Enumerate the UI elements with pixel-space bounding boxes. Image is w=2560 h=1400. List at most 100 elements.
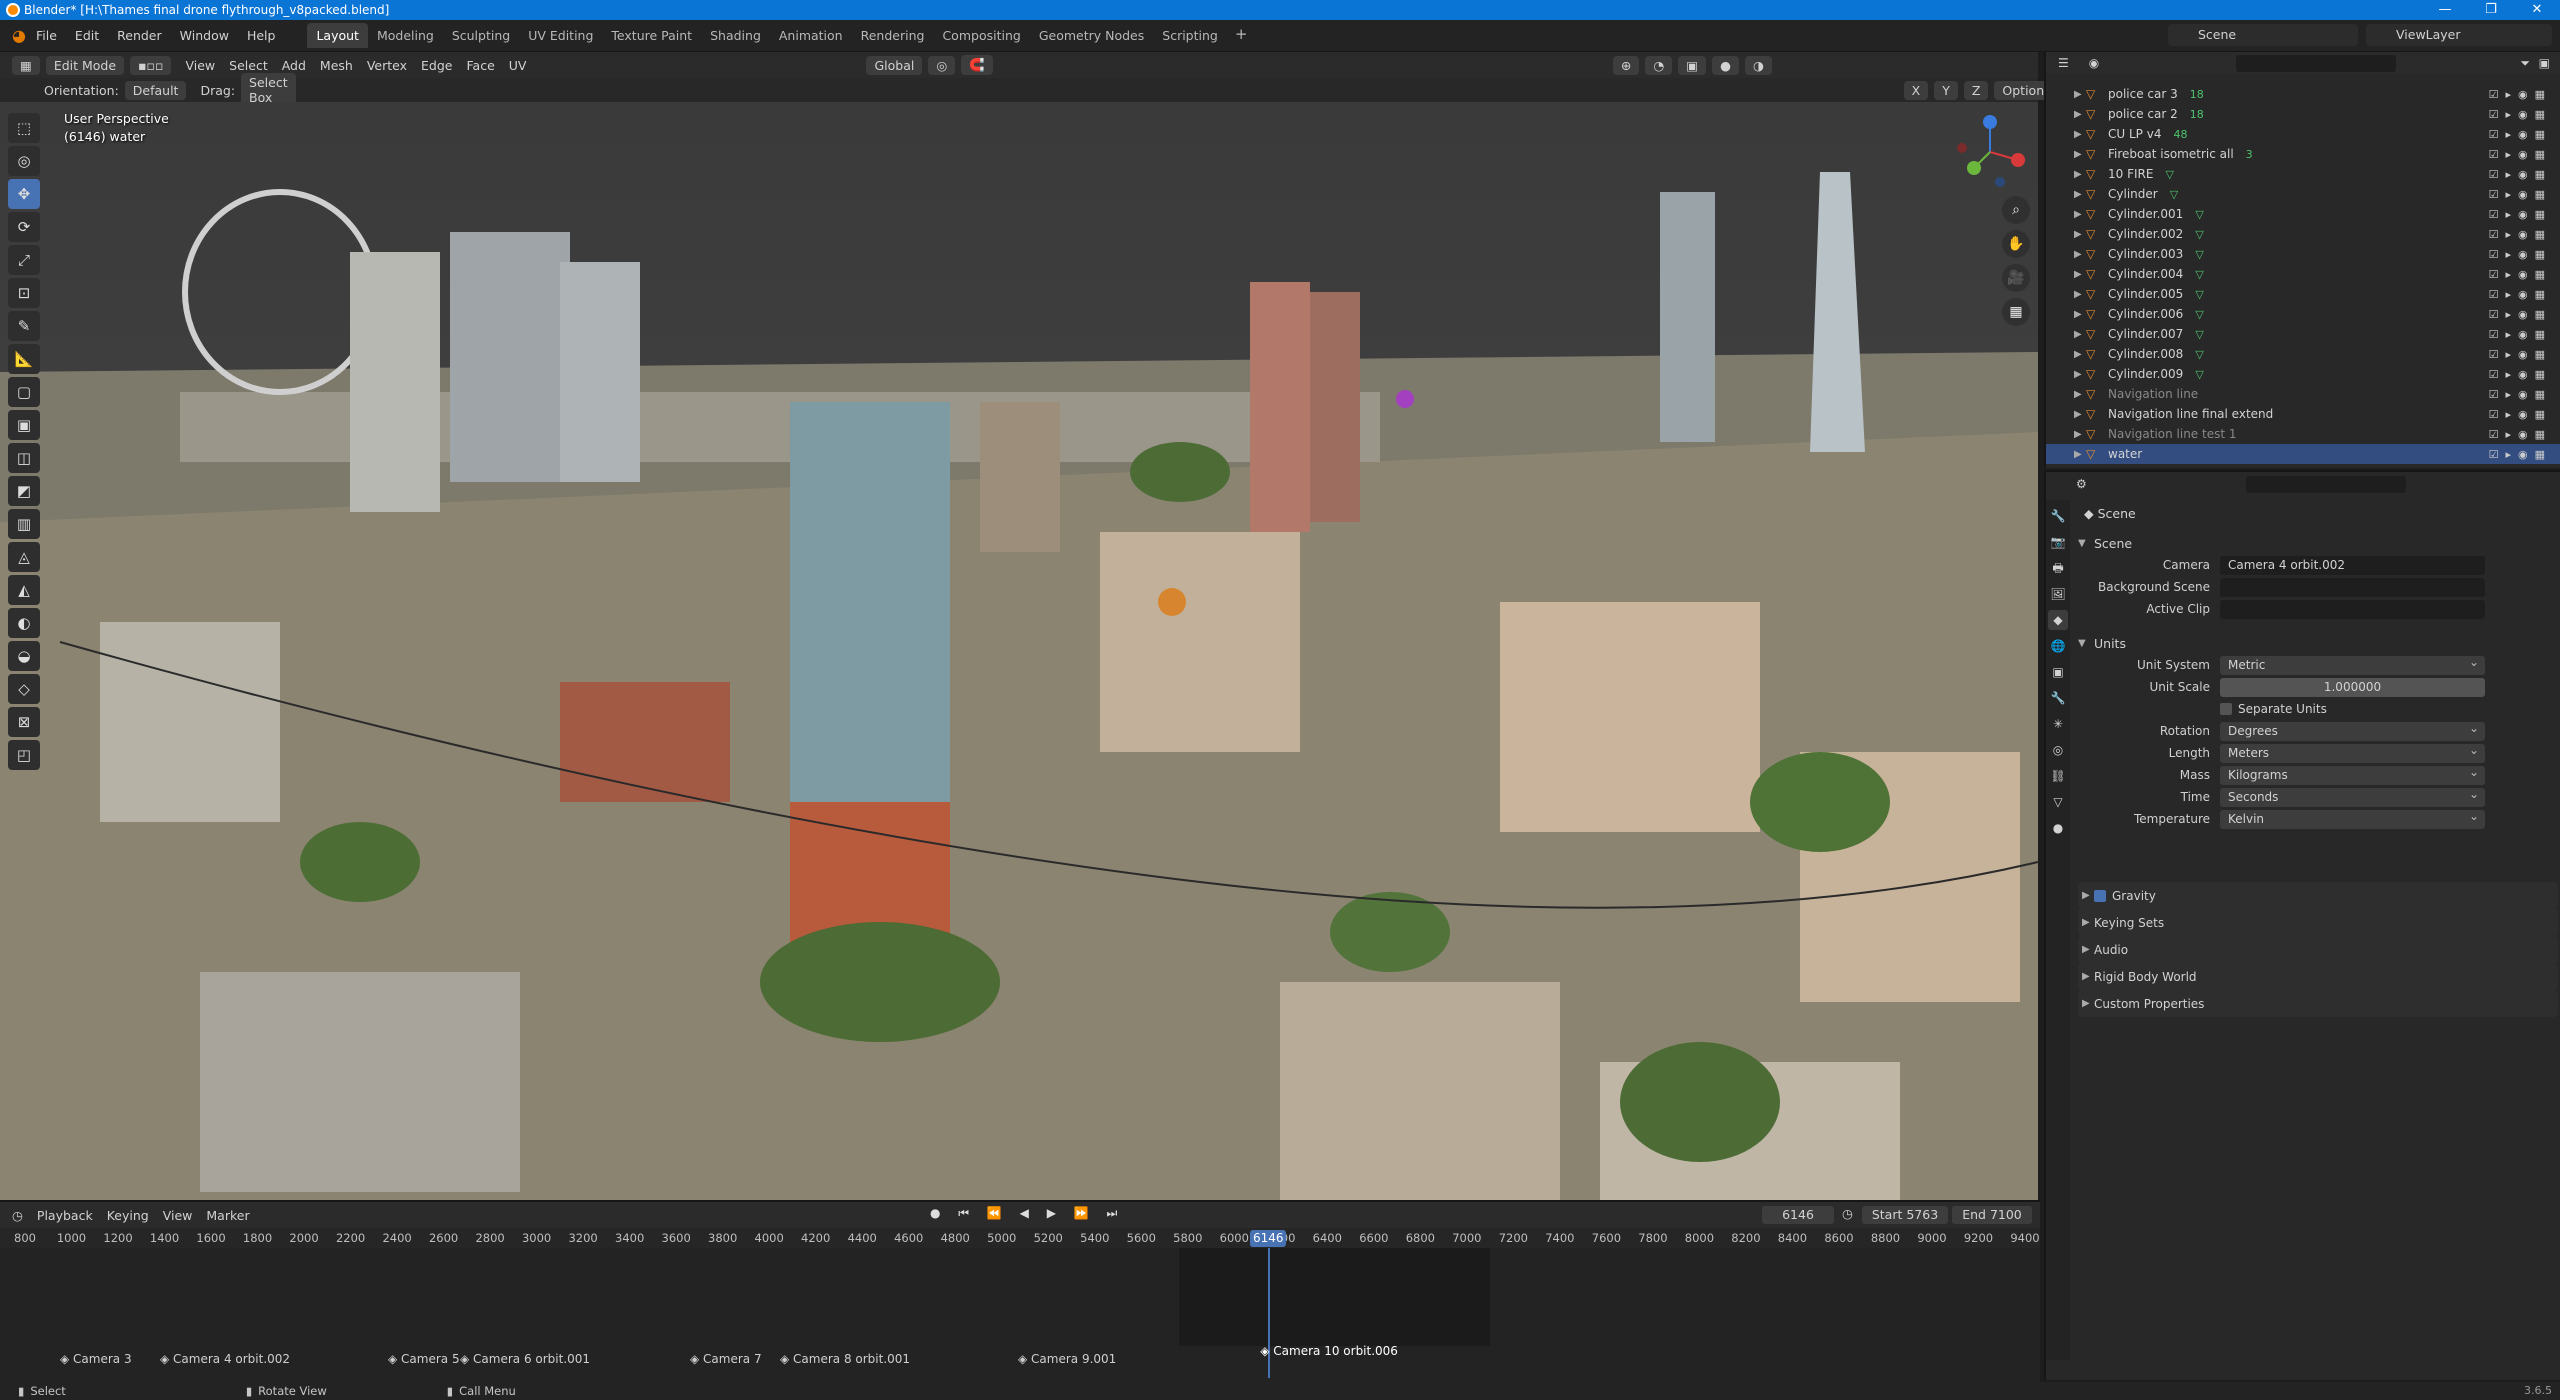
visibility-toggles[interactable]: ☑▸◉▦ xyxy=(2489,108,2552,121)
tab-particles-icon[interactable]: ✳ xyxy=(2048,714,2068,734)
outliner-row[interactable]: ▶ ▽ CU LP v4 48 ☑▸◉▦ xyxy=(2046,124,2560,144)
mass-dropdown[interactable]: Kilograms xyxy=(2220,763,2485,785)
axis-z-toggle[interactable]: Z xyxy=(1963,80,1989,100)
visibility-toggles[interactable]: ☑▸◉▦ xyxy=(2489,308,2552,321)
visibility-toggles[interactable]: ☑▸◉▦ xyxy=(2489,428,2552,441)
start-frame-field[interactable]: Start 5763 xyxy=(1862,1206,1948,1224)
outliner-row[interactable]: ▶ ▽ Cylinder.006 ▽ ☑▸◉▦ xyxy=(2046,304,2560,324)
tab-texture-paint[interactable]: Texture Paint xyxy=(602,23,701,48)
transform-orientation-dropdown[interactable]: Global xyxy=(866,55,923,75)
transform-icon[interactable]: ⊡ xyxy=(8,278,40,308)
menu-add[interactable]: Add xyxy=(282,58,306,73)
overlay-icon[interactable]: ◔ xyxy=(1645,55,1673,75)
tab-geometry-nodes[interactable]: Geometry Nodes xyxy=(1030,23,1153,48)
chevron-right-icon[interactable]: ▶ xyxy=(2074,329,2086,340)
timeline-marker[interactable]: ◈ Camera 10 orbit.006 xyxy=(1260,1344,1398,1358)
shading-material-icon[interactable]: ◑ xyxy=(1744,55,1772,75)
outliner-row[interactable]: ▶ ▽ Cylinder.009 ▽ ☑▸◉▦ xyxy=(2046,364,2560,384)
menu-uv[interactable]: UV xyxy=(509,58,527,73)
shear-icon[interactable]: ◰ xyxy=(8,740,40,770)
menu-select[interactable]: Select xyxy=(229,58,268,73)
rotation-dropdown[interactable]: Degrees xyxy=(2220,719,2485,741)
filter-icon[interactable]: ⏷ xyxy=(2520,56,2530,71)
visibility-toggles[interactable]: ☑▸◉▦ xyxy=(2489,248,2552,261)
tab-uv-editing[interactable]: UV Editing xyxy=(519,23,602,48)
chevron-right-icon[interactable]: ▶ xyxy=(2074,229,2086,240)
outliner-row[interactable]: ▶ ▽ Cylinder.001 ▽ ☑▸◉▦ xyxy=(2046,204,2560,224)
zoom-icon[interactable]: ⌕ xyxy=(2002,196,2030,224)
select-icon[interactable]: ⬚ xyxy=(8,113,40,143)
current-frame-indicator[interactable]: 6146 xyxy=(1250,1230,1287,1247)
pan-hand-icon[interactable]: ✋ xyxy=(2002,230,2030,258)
timeline-marker[interactable]: ◈ Camera 6 orbit.001 xyxy=(460,1352,590,1366)
outliner-row[interactable]: ▶ ▽ Navigation line ☑▸◉▦ xyxy=(2046,384,2560,404)
outliner-row[interactable]: ▶ ▽ police car 3 18 ☑▸◉▦ xyxy=(2046,84,2560,104)
outliner-search-input[interactable] xyxy=(2236,55,2396,72)
tab-sculpting[interactable]: Sculpting xyxy=(443,23,519,48)
visibility-toggles[interactable]: ☑▸◉▦ xyxy=(2489,168,2552,181)
chevron-right-icon[interactable]: ▶ xyxy=(2074,449,2086,460)
menu-face[interactable]: Face xyxy=(467,58,495,73)
outliner-editor-icon[interactable]: ☰ xyxy=(2058,56,2069,70)
proportional-edit-icon[interactable]: ◎ xyxy=(928,55,956,75)
menu-render[interactable]: Render xyxy=(117,28,162,43)
background-scene-field[interactable] xyxy=(2220,577,2485,597)
grid-icon[interactable]: ▦ xyxy=(2002,298,2030,326)
tab-output-icon[interactable]: 🖶 xyxy=(2048,558,2068,578)
tab-material-icon[interactable]: ● xyxy=(2048,818,2068,838)
outliner-row[interactable]: ▶ ▽ Cylinder.002 ▽ ☑▸◉▦ xyxy=(2046,224,2560,244)
tab-object-icon[interactable]: ▣ xyxy=(2048,662,2068,682)
tab-modifiers-icon[interactable]: 🔧 xyxy=(2048,688,2068,708)
chevron-right-icon[interactable]: ▶ xyxy=(2074,289,2086,300)
knife-icon[interactable]: ◬ xyxy=(8,542,40,572)
scene-panel-header[interactable]: ▼ Scene xyxy=(2078,532,2558,554)
outliner-row[interactable]: ▶ ▽ Fireboat isometric all 3 ☑▸◉▦ xyxy=(2046,144,2560,164)
properties-search-input[interactable] xyxy=(2246,476,2406,493)
camera-field[interactable]: Camera 4 orbit.002 xyxy=(2220,555,2485,575)
custom-properties-panel-header[interactable]: ▶ Custom Properties xyxy=(2078,990,2558,1017)
add-workspace-button[interactable]: + xyxy=(1227,23,1256,48)
tab-shading[interactable]: Shading xyxy=(701,23,770,48)
frame-ruler[interactable]: 800 1000 1200 1400 1600 1800 2000 2200 2400 2600 2… xyxy=(0,1228,2040,1248)
outliner-row[interactable]: ▶ ▽ Cylinder.008 ▽ ☑▸◉▦ xyxy=(2046,344,2560,364)
separate-units-checkbox[interactable] xyxy=(2220,703,2232,715)
menu-vertex[interactable]: Vertex xyxy=(367,58,407,73)
timeline-marker[interactable]: ◈ Camera 8 orbit.001 xyxy=(780,1352,910,1366)
3d-viewport[interactable] xyxy=(0,102,2038,1200)
visibility-toggles[interactable]: ☑▸◉▦ xyxy=(2489,268,2552,281)
outliner-row[interactable]: ▶ ▽ 10 FIRE ▽ ☑▸◉▦ xyxy=(2046,164,2560,184)
menu-keying[interactable]: Keying xyxy=(107,1208,149,1223)
loop-cut-icon[interactable]: ▥ xyxy=(8,509,40,539)
chevron-right-icon[interactable]: ▶ xyxy=(2074,349,2086,360)
scale-icon[interactable]: ⤢ xyxy=(8,245,40,275)
visibility-toggles[interactable]: ☑▸◉▦ xyxy=(2489,128,2552,141)
menu-help[interactable]: Help xyxy=(247,28,276,43)
visibility-toggles[interactable]: ☑▸◉▦ xyxy=(2489,328,2552,341)
chevron-right-icon[interactable]: ▶ xyxy=(2074,189,2086,200)
annotate-icon[interactable]: ✎ xyxy=(8,311,40,341)
chevron-right-icon[interactable]: ▶ xyxy=(2074,129,2086,140)
visibility-toggles[interactable]: ☑▸◉▦ xyxy=(2489,348,2552,361)
new-collection-icon[interactable]: ▣ xyxy=(2539,56,2550,70)
chevron-right-icon[interactable]: ▶ xyxy=(2074,149,2086,160)
viewport-gizmo-icon[interactable]: ⊕ xyxy=(1612,55,1640,75)
tab-render-icon[interactable]: 📷 xyxy=(2048,532,2068,552)
length-dropdown[interactable]: Meters xyxy=(2220,741,2485,763)
cursor-icon[interactable]: ◎ xyxy=(8,146,40,176)
chevron-right-icon[interactable]: ▶ xyxy=(2074,309,2086,320)
gravity-panel-header[interactable]: ▶ Gravity xyxy=(2078,882,2558,909)
unit-scale-field[interactable]: 1.000000 xyxy=(2220,677,2485,697)
outliner-row[interactable]: ▶ ▽ police car 2 18 ☑▸◉▦ xyxy=(2046,104,2560,124)
outliner-row[interactable]: ▶ ▽ water ☑▸◉▦ xyxy=(2046,444,2560,464)
outliner-row[interactable]: ▶ ▽ Cylinder ▽ ☑▸◉▦ xyxy=(2046,184,2560,204)
playhead[interactable] xyxy=(1268,1248,1271,1378)
smooth-icon[interactable]: ◒ xyxy=(8,641,40,671)
tab-constraints-icon[interactable]: ⛓ xyxy=(2048,766,2068,786)
chevron-right-icon[interactable]: ▶ xyxy=(2074,249,2086,260)
menu-edge[interactable]: Edge xyxy=(421,58,452,73)
bevel-icon[interactable]: ◩ xyxy=(8,476,40,506)
visibility-toggles[interactable]: ☑▸◉▦ xyxy=(2489,148,2552,161)
snap-icon[interactable]: 🧲 xyxy=(961,55,993,75)
timeline-marker[interactable]: ◈ Camera 7 xyxy=(690,1352,762,1366)
minimize-button[interactable]: — xyxy=(2422,0,2468,20)
